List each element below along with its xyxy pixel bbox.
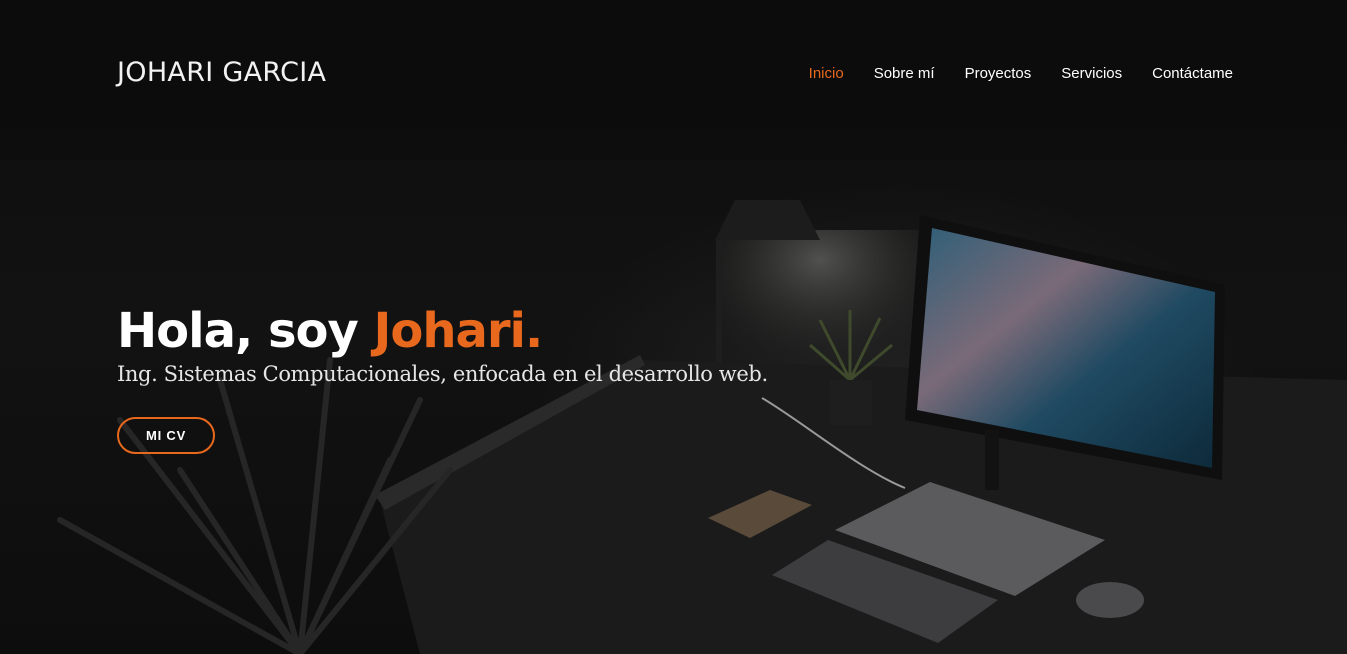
nav-link-servicios[interactable]: Servicios (1061, 65, 1122, 82)
nav-item-sobre-mi: Sobre mí (874, 63, 935, 84)
site-logo[interactable]: JOHARI GARCIA (117, 56, 326, 90)
hero-section: JOHARI GARCIA Inicio Sobre mí Proyectos … (0, 0, 1347, 654)
wall-glow (720, 230, 920, 380)
nav-item-servicios: Servicios (1061, 63, 1122, 84)
lamp-shade (715, 200, 820, 240)
nav-item-contactame: Contáctame (1152, 63, 1233, 84)
nav-link-proyectos[interactable]: Proyectos (965, 65, 1032, 82)
nav-link-inicio[interactable]: Inicio (809, 65, 844, 82)
hero-subtitle: Ing. Sistemas Computacionales, enfocada … (117, 362, 768, 386)
nav-item-proyectos: Proyectos (965, 63, 1032, 84)
hero-name: Johari. (373, 303, 543, 359)
monitor-stand (985, 430, 999, 490)
hero-greeting: Hola, soy (117, 303, 374, 359)
nav-item-inicio: Inicio (809, 63, 844, 84)
plant-pot (830, 380, 872, 425)
hero-headline: Hola, soy Johari. (117, 300, 543, 362)
download-cv-button[interactable]: MI CV (117, 417, 215, 454)
main-nav: Inicio Sobre mí Proyectos Servicios Cont… (809, 63, 1233, 84)
mouse (1076, 582, 1144, 618)
nav-link-contactame[interactable]: Contáctame (1152, 65, 1233, 82)
lamp-stem (716, 240, 722, 380)
nav-link-sobre-mi[interactable]: Sobre mí (874, 65, 935, 82)
